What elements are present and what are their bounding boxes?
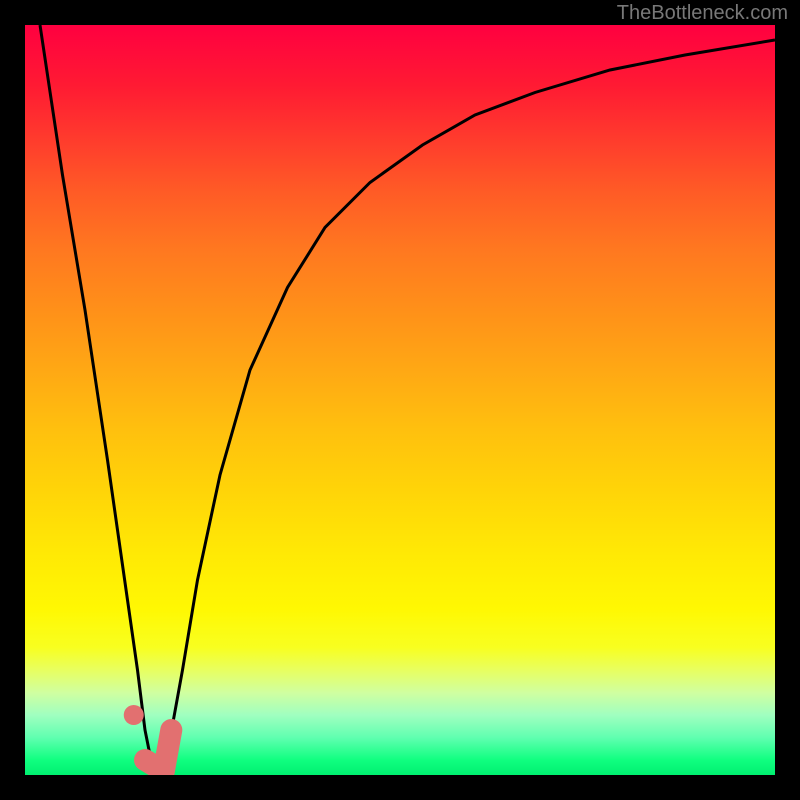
marker-dot	[124, 705, 144, 725]
marker-j	[145, 730, 171, 771]
chart-marker-layer	[25, 25, 775, 775]
chart-plot-area	[25, 25, 775, 775]
watermark-text: TheBottleneck.com	[617, 2, 788, 25]
